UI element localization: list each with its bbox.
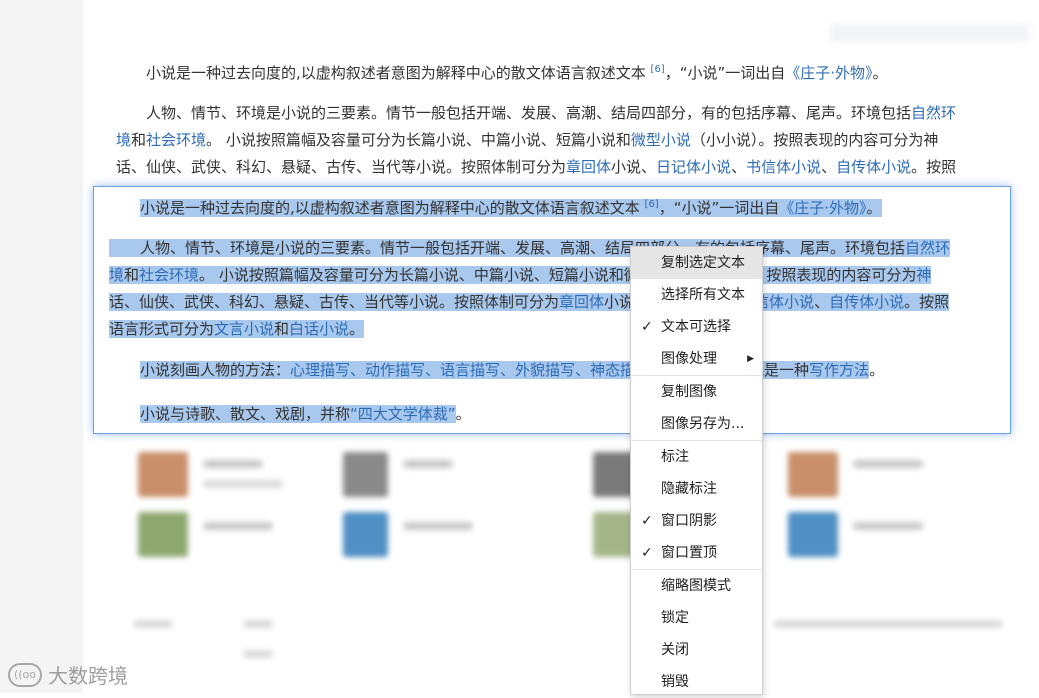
- check-icon: ✓: [641, 513, 653, 529]
- overlay-paragraph-3: 小说刻画人物的方法：心理描写、动作描写、语言描写、外貌描写、神态描写、同时，小说…: [140, 361, 885, 379]
- link-diary-novel[interactable]: 日记体小说: [656, 158, 731, 176]
- overlay-paragraph-1: 小说是一种过去向度的,以虚构叙述者意图为解释中心的散文体语言叙述文本 [6]，“…: [140, 199, 882, 217]
- menu-item-destroy[interactable]: 销毁: [631, 666, 762, 698]
- overlay-paragraph-4: 小说与诗歌、散文、戏剧，并称“四大文学体裁”。: [140, 405, 471, 423]
- watermark-text: 大数跨境: [48, 664, 128, 688]
- menu-item-copy-image[interactable]: 复制图像: [631, 376, 762, 408]
- citation-link[interactable]: [6]: [651, 64, 665, 75]
- menu-item-copy-selected-text[interactable]: 复制选定文本: [631, 247, 762, 279]
- link-social-env[interactable]: 社会环境: [146, 131, 206, 149]
- selected-text-window[interactable]: 小说是一种过去向度的,以虚构叙述者意图为解释中心的散文体语言叙述文本 [6]，“…: [93, 186, 1011, 434]
- link-natural-env-cont[interactable]: 境: [116, 131, 131, 149]
- watermark-logo-icon: ((oo: [8, 662, 42, 687]
- menu-item-lock[interactable]: 锁定: [631, 602, 762, 634]
- link-autobio-novel[interactable]: 自传体小说: [836, 158, 911, 176]
- menu-item-text-selectable[interactable]: ✓ 文本可选择: [631, 311, 762, 343]
- menu-item-image-processing[interactable]: 图像处理 ▶: [631, 343, 762, 375]
- menu-item-hide-annotation[interactable]: 隐藏标注: [631, 473, 762, 505]
- overlay-paragraph-2: 人物、情节、环境是小说的三要素。情节一般包括开端、发展、高潮、结局四部分，有的包…: [109, 239, 951, 338]
- context-menu: 复制选定文本 选择所有文本 ✓ 文本可选择 图像处理 ▶ 复制图像 图像另存为...…: [630, 246, 763, 695]
- menu-item-save-image-as[interactable]: 图像另存为...: [631, 408, 762, 440]
- menu-item-annotate[interactable]: 标注: [631, 441, 762, 473]
- menu-item-window-on-top[interactable]: ✓ 窗口置顶: [631, 537, 762, 569]
- article-paragraph-2: 人物、情节、环境是小说的三要素。情节一般包括开端、发展、高潮、结局四部分，有的包…: [116, 104, 957, 176]
- check-icon: ✓: [641, 319, 653, 335]
- check-icon: ✓: [641, 545, 653, 561]
- submenu-arrow-icon: ▶: [747, 354, 754, 364]
- article-paragraph-1: 小说是一种过去向度的,以虚构叙述者意图为解释中心的散文体语言叙述文本 [6]，“…: [146, 64, 888, 82]
- left-gutter: [0, 0, 83, 693]
- menu-item-window-shadow[interactable]: ✓ 窗口阴影: [631, 505, 762, 537]
- blurred-related-cards: [123, 440, 1023, 693]
- link-zhuangzi[interactable]: 《庄子·外物》: [785, 64, 872, 82]
- link-natural-env[interactable]: 自然环: [911, 104, 956, 122]
- link-zhanghui[interactable]: 章回体: [566, 158, 611, 176]
- link-letter-novel[interactable]: 书信体小说: [746, 158, 821, 176]
- link-micro-novel[interactable]: 微型小说: [631, 131, 691, 149]
- watermark: ((oo 大数跨境: [8, 660, 128, 689]
- menu-item-close[interactable]: 关闭: [631, 634, 762, 666]
- menu-item-thumbnail-mode[interactable]: 缩略图模式: [631, 570, 762, 602]
- menu-item-select-all-text[interactable]: 选择所有文本: [631, 279, 762, 311]
